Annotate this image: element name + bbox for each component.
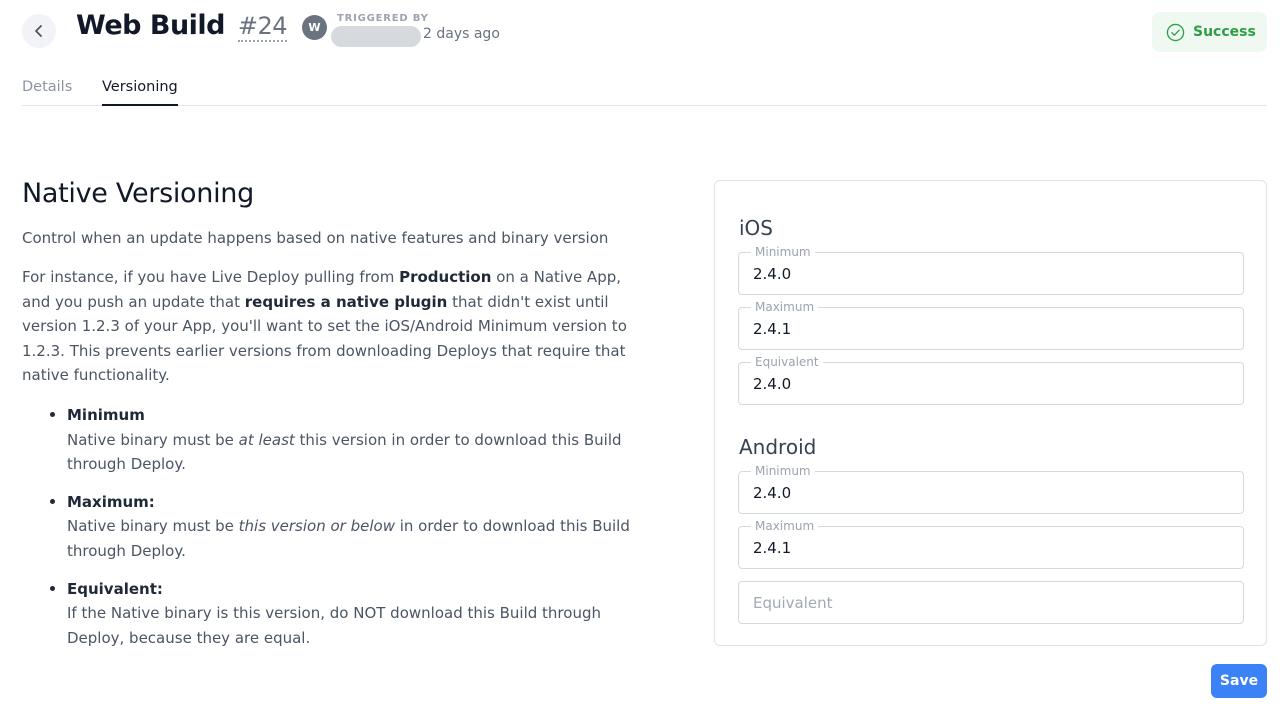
android-maximum-field: Maximum (738, 519, 1244, 569)
list-item: Maximum: Native binary must be this vers… (22, 490, 637, 564)
ios-equivalent-input[interactable] (739, 363, 1243, 404)
field-label: Maximum (751, 519, 819, 533)
avatar: W (302, 15, 327, 40)
android-minimum-field: Minimum (738, 464, 1244, 514)
list-item: Minimum Native binary must be at least t… (22, 403, 637, 477)
build-number[interactable]: #24 (237, 12, 288, 42)
android-minimum-input[interactable] (739, 472, 1243, 513)
check-circle-icon (1166, 23, 1185, 41)
ios-minimum-field: Minimum (738, 245, 1244, 295)
field-label: Minimum (751, 245, 815, 259)
save-button[interactable]: Save (1211, 664, 1267, 698)
tab-bar: Details Versioning (22, 76, 1267, 106)
build-title: Web Build (76, 10, 226, 41)
section-heading: Native Versioning (22, 178, 254, 209)
list-item: Equivalent: If the Native binary is this… (22, 577, 637, 651)
android-maximum-input[interactable] (739, 527, 1243, 568)
triggered-by-label: TRIGGERED BY (337, 13, 429, 24)
android-heading: Android (739, 435, 817, 459)
versioning-card: iOS Minimum Maximum Equivalent Android M… (714, 180, 1267, 646)
explanation-paragraph: For instance, if you have Live Deploy pu… (22, 268, 627, 385)
ios-equivalent-field: Equivalent (738, 355, 1244, 405)
definition-list: Minimum Native binary must be at least t… (22, 403, 637, 663)
triggered-time: 2 days ago (423, 26, 500, 42)
android-equivalent-field (738, 581, 1244, 624)
ios-minimum-input[interactable] (739, 253, 1243, 294)
field-label: Equivalent (751, 355, 823, 369)
tab-versioning[interactable]: Versioning (102, 79, 178, 106)
ios-maximum-input[interactable] (739, 308, 1243, 349)
page-title: Web Build #24 (76, 10, 288, 42)
status-badge: Success (1152, 12, 1267, 52)
field-label: Maximum (751, 300, 819, 314)
ios-maximum-field: Maximum (738, 300, 1244, 350)
field-label: Minimum (751, 464, 815, 478)
triggered-by-user-redacted (331, 26, 421, 47)
back-button[interactable] (22, 14, 56, 48)
status-label: Success (1193, 24, 1256, 40)
chevron-left-icon (35, 25, 42, 37)
intro-text: Control when an update happens based on … (22, 229, 609, 247)
android-equivalent-input[interactable] (739, 582, 1243, 623)
ios-heading: iOS (739, 216, 773, 240)
tab-details[interactable]: Details (22, 79, 72, 106)
